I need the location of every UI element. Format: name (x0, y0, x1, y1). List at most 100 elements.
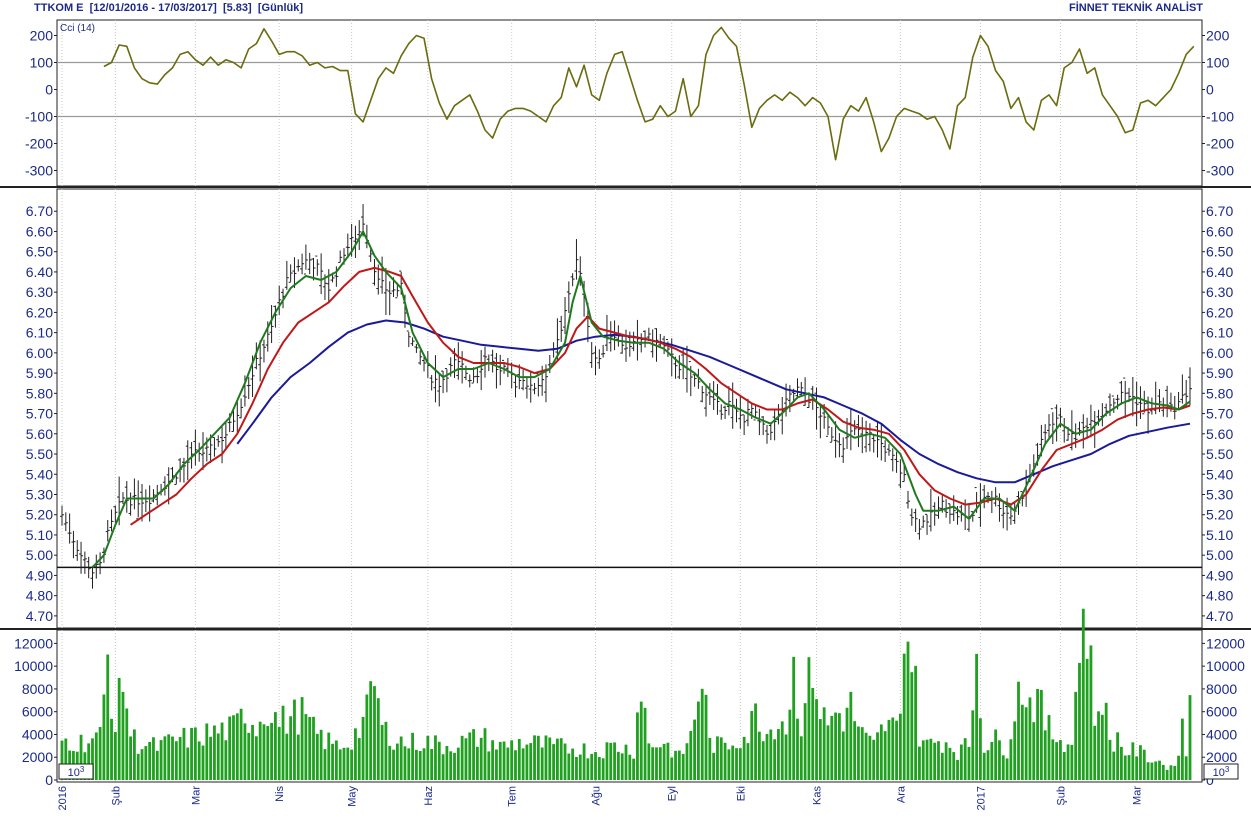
volume-bar (182, 727, 186, 780)
volume-bar (815, 699, 818, 780)
x-axis-label: 2017 (975, 786, 987, 810)
volume-bar (1078, 662, 1081, 780)
volume-bar (937, 741, 940, 780)
volume-bar (521, 748, 525, 780)
volume-bar (613, 742, 616, 780)
volume-bar (342, 747, 346, 780)
price-tick-label-right: 6.10 (1206, 325, 1233, 341)
volume-bar (232, 715, 235, 780)
volume-bar (407, 748, 411, 780)
volume-bar (906, 641, 910, 780)
volume-bar (898, 713, 902, 780)
volume-bar (685, 743, 689, 780)
volume-bar (334, 740, 338, 780)
price-tick-label-left: 5.20 (26, 507, 53, 523)
volume-bar (479, 737, 483, 780)
price-tick-label-right: 6.70 (1206, 203, 1233, 219)
price-tick-label-left: 4.90 (26, 567, 53, 583)
volume-bar (510, 740, 514, 780)
volume-bar (472, 729, 475, 780)
volume-bar (609, 742, 613, 780)
volume-bar (517, 738, 521, 780)
x-axis-label: Mar (1132, 786, 1144, 805)
cci-tick-label-left: -200 (25, 136, 53, 152)
volume-bar (514, 750, 517, 780)
volume-bar (350, 749, 354, 780)
moving-average-mid-line (130, 266, 1191, 526)
price-tick-label-right: 5.00 (1206, 547, 1233, 563)
volume-bar (1177, 755, 1180, 780)
volume-bar (1047, 715, 1051, 780)
volume-bar (590, 753, 594, 780)
volume-bar (159, 740, 163, 780)
x-axis-label: May (347, 786, 359, 807)
volume-bar (251, 724, 254, 780)
price-tick-label-left: 6.10 (26, 325, 53, 341)
volume-bar (1032, 722, 1036, 780)
volume-bar (738, 748, 742, 780)
volume-bar (838, 713, 841, 780)
volume-bar (914, 665, 918, 780)
volume-tick-label-left: 0 (45, 772, 53, 788)
volume-bar (167, 734, 171, 780)
volume-bar (1055, 742, 1059, 780)
moving-average-fast-line (91, 230, 1191, 568)
price-tick-label-right: 6.30 (1206, 284, 1233, 300)
volume-bar (1104, 702, 1108, 780)
volume-bar (712, 752, 716, 780)
volume-bar (716, 736, 719, 780)
volume-bar (270, 722, 273, 780)
price-tick-label-right: 5.40 (1206, 466, 1233, 482)
volume-bar (525, 744, 529, 780)
volume-bar (944, 742, 948, 780)
volume-bar (281, 705, 285, 780)
volume-bar (449, 751, 453, 780)
volume-bar (895, 720, 898, 780)
x-axis-label: Eyl (667, 786, 679, 801)
volume-bar (639, 701, 643, 780)
volume-tick-label-left: 6000 (22, 704, 53, 720)
volume-bar (456, 747, 460, 780)
volume-bar (1024, 707, 1028, 780)
volume-bar (1123, 755, 1127, 780)
cci-tick-label-right: -100 (1206, 109, 1234, 125)
volume-bar (121, 691, 125, 780)
volume-bar (388, 745, 392, 780)
volume-tick-label-left: 12000 (14, 635, 53, 651)
volume-bar (792, 656, 796, 780)
volume-bar (171, 736, 174, 780)
price-tick-label-left: 5.80 (26, 385, 53, 401)
volume-bar (304, 714, 308, 780)
volume-tick-label-right: 8000 (1206, 681, 1237, 697)
volume-bar (677, 750, 681, 780)
volume-bars (60, 608, 1192, 780)
price-tick-label-right: 5.80 (1206, 385, 1233, 401)
volume-bar (1180, 718, 1184, 780)
volume-bar (1066, 744, 1070, 780)
volume-bar (533, 735, 536, 780)
price-tick-label-left: 6.60 (26, 223, 53, 239)
volume-bar (94, 732, 98, 780)
x-axis-label: Tem (507, 786, 519, 807)
volume-tick-label-left: 8000 (22, 681, 53, 697)
volume-bar (811, 688, 815, 780)
volume-bar (1074, 691, 1078, 780)
volume-bar (1131, 742, 1135, 780)
volume-bar (902, 653, 906, 780)
grid-lines (57, 20, 1202, 782)
volume-bar (925, 739, 929, 780)
volume-bar (769, 729, 773, 780)
volume-bar (418, 751, 422, 780)
volume-bar (967, 746, 971, 780)
cci-tick-label-right: -200 (1206, 136, 1234, 152)
volume-bar (567, 753, 571, 780)
volume-bar (277, 727, 281, 780)
volume-bar (1120, 746, 1123, 780)
volume-bar (1188, 695, 1192, 780)
volume-bar (155, 750, 159, 780)
volume-bar (670, 757, 674, 780)
panel-frames (0, 19, 1251, 783)
volume-bar (948, 747, 952, 780)
volume-bar (803, 703, 807, 780)
volume-bar (506, 747, 510, 780)
